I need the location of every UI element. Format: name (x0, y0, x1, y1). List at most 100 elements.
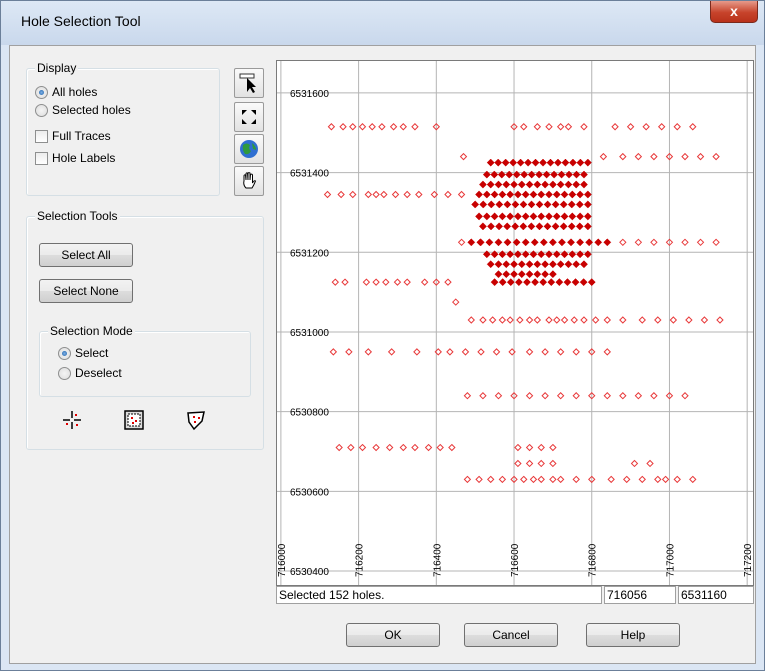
unselected-hole-marker[interactable] (389, 123, 398, 131)
selected-hole-marker[interactable] (531, 278, 540, 287)
unselected-hole-marker[interactable] (399, 443, 407, 452)
selected-hole-marker[interactable] (514, 278, 523, 287)
selected-hole-marker[interactable] (517, 270, 526, 279)
unselected-hole-marker[interactable] (463, 392, 472, 400)
pointer-tool-button[interactable] (234, 68, 264, 98)
unselected-hole-marker[interactable] (603, 392, 611, 400)
selected-hole-marker[interactable] (486, 158, 495, 167)
selected-hole-marker[interactable] (490, 250, 499, 259)
selected-hole-marker[interactable] (506, 212, 515, 221)
unselected-hole-marker[interactable] (556, 123, 565, 131)
selected-hole-marker[interactable] (513, 250, 522, 259)
unselected-hole-marker[interactable] (372, 190, 380, 199)
unselected-hole-marker[interactable] (681, 238, 689, 247)
selected-hole-marker[interactable] (529, 250, 538, 259)
selected-hole-marker[interactable] (557, 238, 566, 247)
unselected-hole-marker[interactable] (537, 475, 545, 484)
selected-hole-marker[interactable] (506, 250, 515, 259)
selected-hole-marker[interactable] (551, 222, 560, 231)
unselected-hole-marker[interactable] (654, 475, 662, 484)
select-none-button[interactable]: Select None (39, 279, 133, 303)
selected-hole-marker[interactable] (529, 190, 538, 199)
selected-hole-marker[interactable] (486, 260, 495, 269)
unselected-hole-marker[interactable] (700, 316, 709, 324)
unselected-hole-marker[interactable] (570, 316, 578, 324)
unselected-hole-marker[interactable] (525, 316, 534, 324)
unselected-hole-marker[interactable] (685, 316, 693, 324)
unselected-hole-marker[interactable] (599, 152, 608, 161)
selected-hole-marker[interactable] (478, 180, 487, 189)
unselected-hole-marker[interactable] (387, 348, 396, 356)
selected-hole-marker[interactable] (503, 222, 512, 231)
unselected-hole-marker[interactable] (514, 443, 522, 452)
unselected-hole-marker[interactable] (580, 123, 588, 131)
unselected-hole-marker[interactable] (452, 298, 460, 306)
selected-hole-marker[interactable] (583, 200, 592, 209)
unselected-hole-marker[interactable] (378, 123, 386, 131)
unselected-hole-marker[interactable] (479, 392, 487, 400)
selected-hole-marker[interactable] (511, 200, 520, 209)
unselected-hole-marker[interactable] (368, 123, 376, 131)
unselected-hole-marker[interactable] (457, 238, 466, 247)
title-bar[interactable]: Hole Selection Tool x (1, 1, 764, 45)
selected-hole-marker[interactable] (541, 270, 550, 279)
selected-hole-marker[interactable] (564, 260, 573, 269)
cancel-button[interactable]: Cancel (464, 623, 558, 647)
selected-hole-marker[interactable] (567, 200, 576, 209)
selected-hole-marker[interactable] (517, 180, 526, 189)
selected-hole-marker[interactable] (495, 222, 504, 231)
full-traces-checkbox[interactable]: Full Traces (35, 129, 111, 143)
selected-hole-marker[interactable] (475, 212, 484, 221)
selected-hole-marker[interactable] (583, 158, 592, 167)
selected-hole-marker[interactable] (545, 212, 553, 221)
unselected-hole-marker[interactable] (623, 475, 631, 484)
unselected-hole-marker[interactable] (494, 392, 503, 400)
selected-hole-marker[interactable] (533, 270, 542, 279)
unselected-hole-marker[interactable] (520, 123, 528, 131)
selected-hole-marker[interactable] (506, 278, 515, 287)
unselected-hole-marker[interactable] (372, 443, 380, 452)
selected-hole-marker[interactable] (572, 260, 581, 269)
selected-hole-marker[interactable] (520, 170, 529, 179)
unselected-hole-marker[interactable] (642, 123, 650, 131)
box-select-button[interactable] (123, 409, 145, 431)
selected-hole-marker[interactable] (560, 212, 569, 221)
unselected-hole-marker[interactable] (372, 278, 380, 286)
unselected-hole-marker[interactable] (358, 443, 367, 452)
selected-hole-marker[interactable] (576, 238, 585, 247)
selected-hole-marker[interactable] (479, 200, 488, 209)
unselected-hole-marker[interactable] (696, 152, 705, 161)
selected-hole-marker[interactable] (564, 180, 573, 189)
selected-hole-marker[interactable] (476, 238, 485, 247)
unselected-hole-marker[interactable] (436, 443, 444, 452)
selected-hole-marker[interactable] (525, 270, 534, 279)
selected-hole-marker[interactable] (556, 260, 565, 269)
selected-hole-marker[interactable] (535, 200, 544, 209)
radio-mode-select-indicator[interactable] (58, 346, 71, 360)
unselected-hole-marker[interactable] (572, 348, 580, 356)
unselected-hole-marker[interactable] (420, 278, 429, 286)
selected-hole-marker[interactable] (572, 180, 581, 189)
selected-hole-marker[interactable] (568, 212, 577, 221)
selected-hole-marker[interactable] (506, 190, 515, 199)
selected-hole-marker[interactable] (471, 200, 480, 209)
selected-hole-marker[interactable] (545, 190, 553, 199)
unselected-hole-marker[interactable] (560, 316, 569, 324)
selected-hole-marker[interactable] (503, 200, 512, 209)
selected-hole-marker[interactable] (527, 200, 536, 209)
radio-all-holes-indicator[interactable] (35, 85, 48, 99)
unselected-hole-marker[interactable] (525, 348, 534, 356)
unselected-hole-marker[interactable] (681, 392, 689, 400)
unselected-hole-marker[interactable] (689, 123, 697, 131)
unselected-hole-marker[interactable] (391, 190, 400, 199)
unselected-hole-marker[interactable] (626, 123, 635, 131)
unselected-hole-marker[interactable] (463, 475, 472, 484)
selected-hole-marker[interactable] (537, 212, 546, 221)
selected-hole-marker[interactable] (530, 238, 539, 247)
unselected-hole-marker[interactable] (337, 190, 345, 199)
selected-hole-marker[interactable] (494, 260, 503, 269)
unselected-hole-marker[interactable] (323, 190, 332, 199)
radio-mode-deselect-indicator[interactable] (58, 366, 71, 380)
selected-hole-marker[interactable] (486, 180, 495, 189)
selected-hole-marker[interactable] (502, 270, 511, 279)
